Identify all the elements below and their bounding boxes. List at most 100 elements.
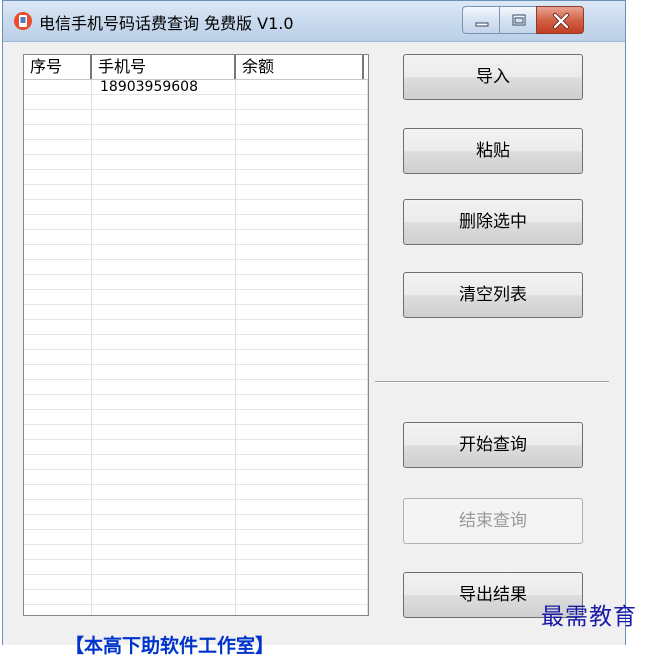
table-row[interactable] — [24, 380, 368, 395]
table-cell — [24, 590, 92, 605]
table-row[interactable] — [24, 350, 368, 365]
table-row[interactable] — [24, 575, 368, 590]
table-row[interactable] — [24, 260, 368, 275]
table-cell — [92, 605, 236, 615]
table-cell — [92, 320, 236, 335]
table-cell — [92, 425, 236, 440]
import-button[interactable]: 导入 — [403, 54, 583, 100]
table-row[interactable] — [24, 455, 368, 470]
table-cell — [24, 335, 92, 350]
table-cell — [92, 380, 236, 395]
table-row[interactable] — [24, 470, 368, 485]
table-cell — [24, 500, 92, 515]
table-row[interactable] — [24, 590, 368, 605]
window-title: 电信手机号码话费查询 免费版 V1.0 — [39, 14, 294, 33]
table-row[interactable] — [24, 140, 368, 155]
table-cell — [236, 275, 368, 290]
table-row[interactable] — [24, 155, 368, 170]
table-row[interactable] — [24, 410, 368, 425]
table-row[interactable] — [24, 335, 368, 350]
table-cell — [92, 140, 236, 155]
table-cell — [92, 275, 236, 290]
table-cell — [236, 440, 368, 455]
minimize-icon — [475, 22, 489, 27]
table-row[interactable] — [24, 305, 368, 320]
table-row[interactable] — [24, 365, 368, 380]
table-cell — [236, 320, 368, 335]
table-cell — [24, 575, 92, 590]
table-cell — [24, 170, 92, 185]
table-row[interactable] — [24, 95, 368, 110]
table-cell — [92, 170, 236, 185]
table-cell — [24, 530, 92, 545]
table-row[interactable] — [24, 110, 368, 125]
table-cell — [92, 575, 236, 590]
app-logo-icon[interactable] — [13, 11, 33, 31]
table-cell — [24, 440, 92, 455]
stop-query-button: 结束查询 — [403, 498, 583, 544]
table-row[interactable]: 18903959608 — [24, 80, 368, 95]
delete-selected-button[interactable]: 删除选中 — [403, 199, 583, 245]
table-row[interactable] — [24, 185, 368, 200]
table-row[interactable] — [24, 275, 368, 290]
table-cell — [92, 530, 236, 545]
table-cell — [24, 260, 92, 275]
phone-list[interactable]: 序号 手机号 余额 18903959608 — [23, 54, 369, 616]
table-cell — [236, 305, 368, 320]
table-row[interactable] — [24, 545, 368, 560]
maximize-button[interactable] — [499, 6, 537, 34]
table-cell — [236, 110, 368, 125]
table-row[interactable] — [24, 170, 368, 185]
table-cell — [236, 380, 368, 395]
table-cell — [24, 305, 92, 320]
table-cell — [24, 95, 92, 110]
table-cell — [236, 140, 368, 155]
table-cell — [24, 395, 92, 410]
table-cell — [236, 95, 368, 110]
column-header-balance[interactable]: 余额 — [236, 55, 364, 79]
table-row[interactable] — [24, 290, 368, 305]
table-row[interactable] — [24, 320, 368, 335]
table-row[interactable] — [24, 605, 368, 615]
table-row[interactable] — [24, 530, 368, 545]
table-cell — [236, 395, 368, 410]
table-cell — [236, 545, 368, 560]
minimize-button[interactable] — [462, 6, 500, 34]
table-row[interactable] — [24, 215, 368, 230]
table-cell — [92, 365, 236, 380]
table-row[interactable] — [24, 500, 368, 515]
table-cell — [24, 275, 92, 290]
start-query-button[interactable]: 开始查询 — [403, 422, 583, 468]
table-row[interactable] — [24, 440, 368, 455]
title-bar[interactable]: 电信手机号码话费查询 免费版 V1.0 — [3, 1, 625, 42]
table-row[interactable] — [24, 515, 368, 530]
table-cell — [24, 350, 92, 365]
table-cell — [92, 410, 236, 425]
table-row[interactable] — [24, 485, 368, 500]
table-cell — [92, 350, 236, 365]
table-row[interactable] — [24, 125, 368, 140]
table-row[interactable] — [24, 560, 368, 575]
paste-button[interactable]: 粘贴 — [403, 128, 583, 174]
table-cell — [24, 185, 92, 200]
table-row[interactable] — [24, 245, 368, 260]
maximize-icon — [512, 14, 526, 26]
table-cell — [24, 425, 92, 440]
table-cell — [92, 305, 236, 320]
table-row[interactable] — [24, 425, 368, 440]
table-row[interactable] — [24, 230, 368, 245]
clear-list-button[interactable]: 清空列表 — [403, 272, 583, 318]
table-cell — [92, 395, 236, 410]
column-header-index[interactable]: 序号 — [24, 55, 92, 79]
table-cell — [24, 155, 92, 170]
table-cell — [92, 335, 236, 350]
column-header-phone[interactable]: 手机号 — [92, 55, 236, 79]
separator — [375, 381, 609, 383]
table-row[interactable] — [24, 200, 368, 215]
table-cell — [24, 545, 92, 560]
close-button[interactable] — [536, 6, 584, 34]
table-cell — [236, 230, 368, 245]
table-cell — [236, 170, 368, 185]
table-row[interactable] — [24, 395, 368, 410]
watermark-text: 最需教育 — [541, 604, 637, 630]
